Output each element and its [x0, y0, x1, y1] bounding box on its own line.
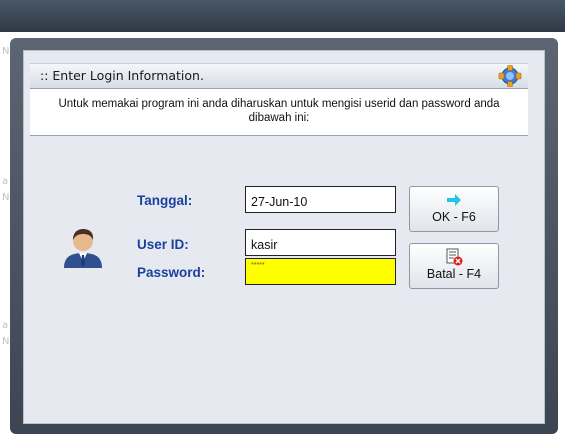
cancel-button[interactable]: Batal - F4 — [409, 243, 499, 289]
cancel-button-label: Batal - F4 — [426, 267, 482, 281]
userid-field[interactable] — [245, 229, 396, 256]
userid-label: User ID: — [137, 237, 189, 252]
dialog-title: :: Enter Login Information. — [40, 68, 204, 83]
background-glyph: N — [2, 192, 10, 203]
dialog-header: :: Enter Login Information. — [30, 63, 528, 89]
password-label: Password: — [137, 265, 206, 280]
document-cancel-icon — [446, 248, 463, 266]
title-bar — [0, 0, 565, 32]
password-field[interactable]: ***** — [245, 258, 396, 285]
background-glyph: a — [2, 176, 9, 187]
background-glyph: N — [2, 46, 10, 57]
ok-button[interactable]: OK - F6 — [409, 186, 499, 232]
background-glyph: N — [2, 336, 10, 347]
background-glyph: a — [2, 320, 9, 331]
instructions-text: Untuk memakai program ini anda diharuska… — [30, 88, 528, 136]
user-avatar-icon — [64, 229, 102, 268]
arrow-right-icon — [447, 194, 461, 206]
date-field[interactable] — [245, 186, 396, 213]
ok-button-label: OK - F6 — [432, 210, 476, 224]
network-node-icon — [498, 65, 522, 87]
date-label: Tanggal: — [137, 193, 193, 208]
